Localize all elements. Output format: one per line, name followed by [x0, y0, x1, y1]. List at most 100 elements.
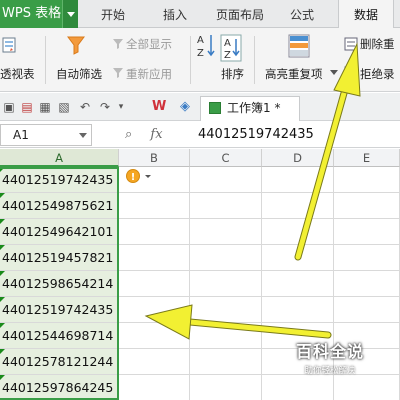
svg-text:Z: Z	[224, 50, 231, 61]
error-indicator-icon[interactable]: !	[125, 168, 153, 184]
name-box-dropdown-icon[interactable]	[79, 133, 87, 138]
customize-dropdown-icon[interactable]: ▾	[114, 100, 128, 114]
cell-b[interactable]	[119, 193, 190, 219]
cell-d[interactable]	[262, 167, 334, 193]
svg-text:Z: Z	[197, 48, 204, 59]
cell-b[interactable]	[119, 349, 190, 375]
cell-b[interactable]	[119, 245, 190, 271]
filter-icon[interactable]	[66, 34, 86, 56]
formula-input[interactable]: 44012519742435	[198, 122, 314, 148]
watermark: 百科全说 助你轻松解决	[286, 338, 374, 376]
cell-c[interactable]	[190, 271, 262, 297]
column-header-b[interactable]: B	[119, 149, 190, 167]
cell-c[interactable]	[190, 323, 262, 349]
cell-b[interactable]	[119, 297, 190, 323]
reapply-button[interactable]: 重新应用	[126, 66, 172, 82]
cell-c[interactable]	[190, 245, 262, 271]
cell-a[interactable]: 44012597864245	[0, 375, 119, 400]
zoom-icon[interactable]: ⌕	[125, 127, 132, 142]
pivot-table-icon[interactable]	[2, 36, 16, 54]
cell-e[interactable]	[334, 167, 400, 193]
cell-a[interactable]: 44012549875621	[0, 193, 119, 219]
column-header-c[interactable]: C	[190, 149, 262, 167]
cell-e[interactable]	[334, 375, 400, 400]
delete-duplicates-icon	[344, 37, 358, 51]
print-icon[interactable]: ▦	[38, 100, 52, 114]
tab-home[interactable]: 开始	[98, 0, 128, 28]
cell-e[interactable]	[334, 271, 400, 297]
cell-e[interactable]	[334, 193, 400, 219]
cell-a[interactable]: 44012578121244	[0, 349, 119, 375]
cell-c[interactable]	[190, 297, 262, 323]
name-box[interactable]: A1	[0, 124, 92, 146]
print-preview-icon[interactable]: ▧	[57, 100, 71, 114]
autofilter-button[interactable]: 自动筛选	[56, 66, 102, 82]
spreadsheet-icon	[209, 102, 221, 114]
cell-a[interactable]: 44012519742435	[0, 297, 119, 323]
cell-c[interactable]	[190, 219, 262, 245]
svg-text:!: !	[131, 172, 136, 183]
cell-d[interactable]	[262, 245, 334, 271]
quick-access-bar: ▣ ▤ ▦ ▧ ↶ ↷ ▾ W ◈ 工作簿1 *	[0, 93, 400, 121]
function-icon[interactable]: fx	[150, 127, 162, 142]
cell-a[interactable]: 44012549642101	[0, 219, 119, 245]
document-tab-title: 工作簿1 *	[227, 101, 281, 115]
cell-d[interactable]	[262, 193, 334, 219]
tab-insert[interactable]: 插入	[160, 0, 190, 28]
cell-a[interactable]: 44012519457821	[0, 245, 119, 271]
cell-a[interactable]: 44012544698714	[0, 323, 119, 349]
cell-c[interactable]	[190, 375, 262, 400]
cell-d[interactable]	[262, 375, 334, 400]
document-tab[interactable]: 工作簿1 *	[200, 96, 300, 121]
column-header-e[interactable]: E	[334, 149, 400, 167]
cell-a[interactable]: 44012598654214	[0, 271, 119, 297]
formula-bar: A1 ⌕ fx 44012519742435	[0, 122, 400, 148]
svg-text:A: A	[224, 38, 231, 49]
sort-ascending-icon[interactable]: A Z	[196, 32, 216, 60]
sort-button-icon[interactable]: A Z	[220, 34, 242, 62]
app-menu-dropdown-icon[interactable]	[62, 0, 78, 28]
ribbon-divider	[190, 36, 191, 84]
tab-data[interactable]: 数据	[338, 0, 394, 29]
cell-d[interactable]	[262, 297, 334, 323]
highlight-duplicates-icon[interactable]	[288, 34, 310, 58]
save-icon[interactable]: ▣	[2, 100, 16, 114]
app-menu-button[interactable]: WPS 表格	[0, 0, 62, 28]
cell-e[interactable]	[334, 245, 400, 271]
export-pdf-icon[interactable]: ▤	[20, 100, 34, 114]
column-header-a[interactable]: A	[0, 149, 119, 167]
watermark-title: 百科全说	[295, 342, 364, 361]
cell-b[interactable]	[119, 375, 190, 400]
cell-d[interactable]	[262, 271, 334, 297]
show-all-button[interactable]: 全部显示	[126, 36, 172, 52]
tab-page-layout[interactable]: 页面布局	[213, 0, 267, 28]
cell-c[interactable]	[190, 193, 262, 219]
cell-e[interactable]	[334, 297, 400, 323]
cell-b[interactable]	[119, 323, 190, 349]
undo-icon[interactable]: ↶	[78, 100, 92, 114]
chevron-down-icon[interactable]	[330, 70, 338, 76]
reject-duplicates-button[interactable]: 拒绝录	[360, 66, 395, 82]
highlight-duplicates-button[interactable]: 高亮重复项	[265, 66, 323, 82]
pivot-table-button[interactable]: 透视表	[0, 66, 35, 82]
name-box-value: A1	[13, 128, 29, 142]
cell-b[interactable]	[119, 271, 190, 297]
redo-icon[interactable]: ↷	[98, 100, 112, 114]
reject-duplicates-icon	[344, 66, 358, 80]
cube-icon[interactable]: ◈	[178, 100, 192, 114]
cell-e[interactable]	[334, 219, 400, 245]
cell-b[interactable]	[119, 219, 190, 245]
delete-duplicates-button[interactable]: 删除重	[360, 36, 395, 52]
column-header-d[interactable]: D	[262, 149, 334, 167]
ribbon-divider	[254, 36, 255, 84]
cell-d[interactable]	[262, 219, 334, 245]
sort-button[interactable]: 排序	[221, 66, 244, 82]
cell-a[interactable]: 44012519742435	[0, 167, 119, 193]
reapply-icon	[113, 68, 123, 78]
title-bar: WPS 表格 开始 插入 页面布局 公式 数据	[0, 0, 400, 29]
cell-c[interactable]	[190, 349, 262, 375]
tab-formulas[interactable]: 公式	[285, 0, 319, 28]
wps-logo-icon[interactable]: W	[152, 100, 166, 114]
cell-c[interactable]	[190, 167, 262, 193]
watermark-subtitle: 助你轻松解决	[304, 366, 356, 376]
